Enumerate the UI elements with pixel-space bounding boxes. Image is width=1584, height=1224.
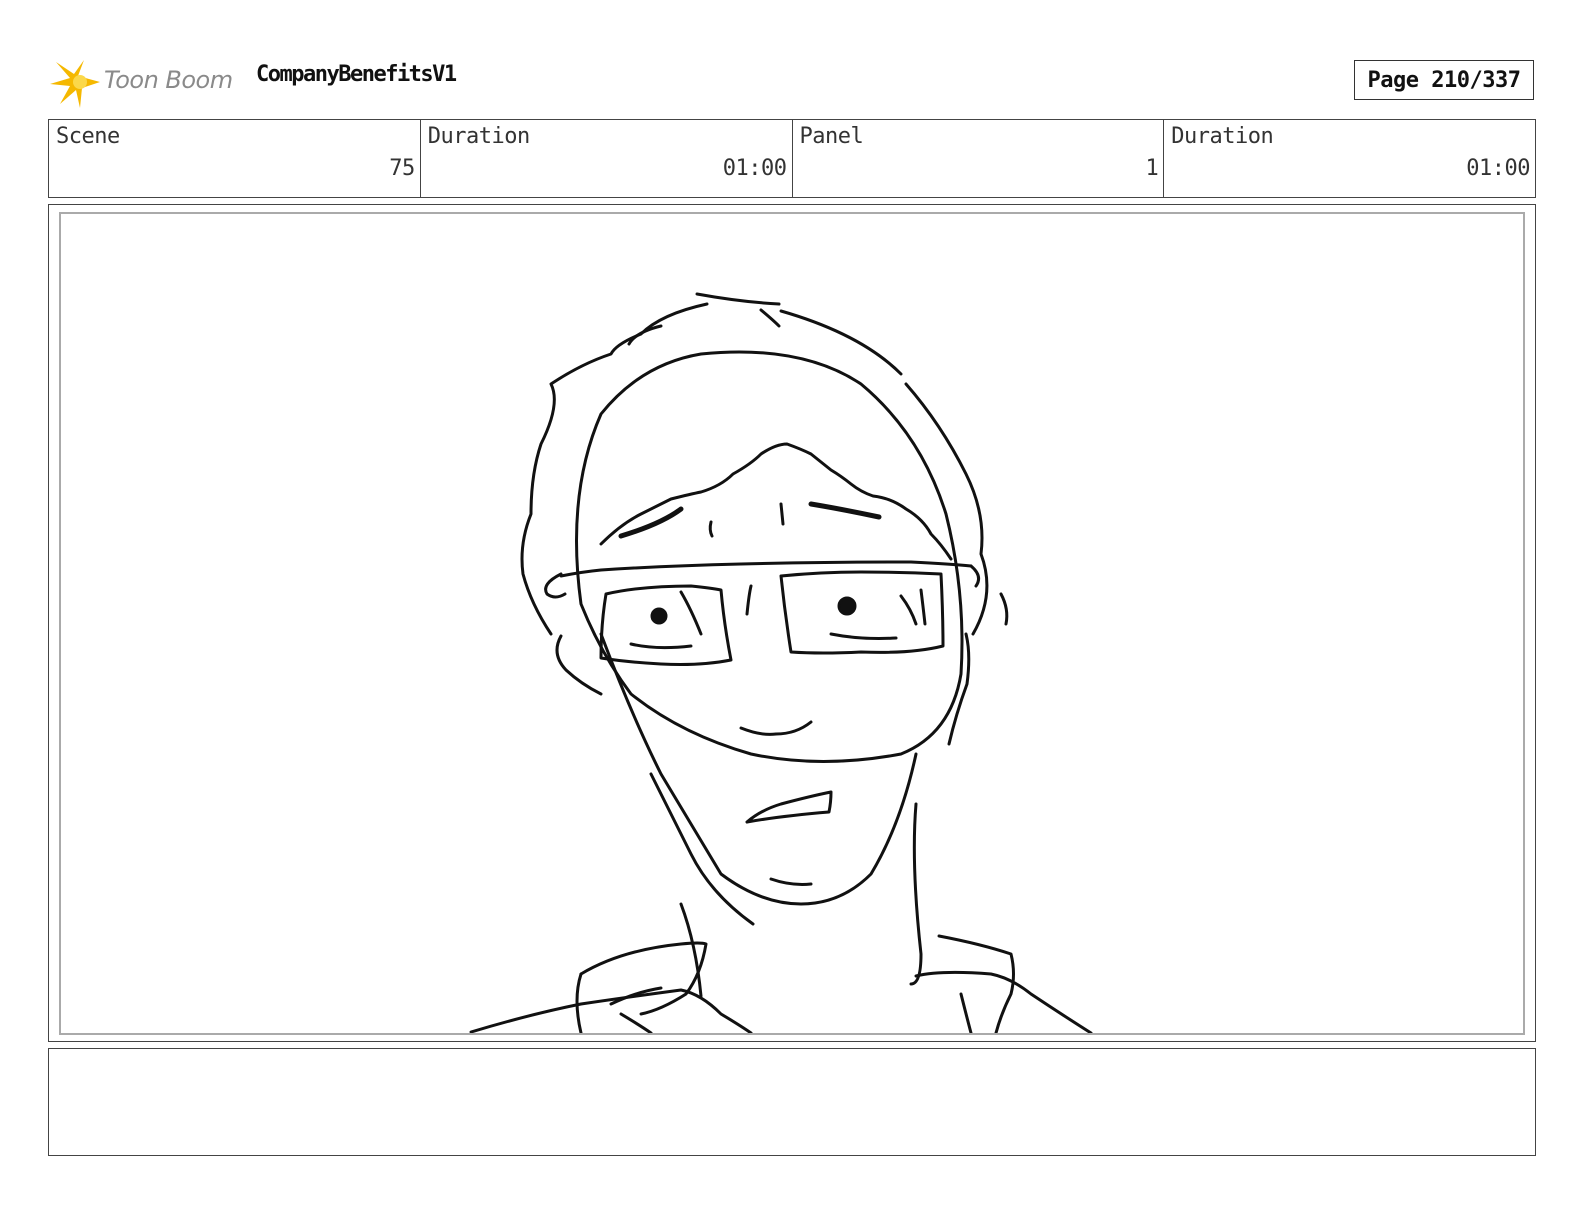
scene-info-bar: Scene 75 Duration 01:00 Panel 1 Duration… [48, 119, 1536, 198]
character-sketch [469, 292, 1093, 1033]
panel-notes-box [48, 1048, 1536, 1156]
panel-value: 1 [1145, 156, 1159, 181]
panel-duration-cell: Duration 01:00 [1164, 120, 1535, 197]
logo-text: Toon Boom [104, 66, 233, 94]
scene-duration-cell: Duration 01:00 [421, 120, 793, 197]
panel-image-area [59, 212, 1525, 1035]
scene-cell: Scene 75 [49, 120, 421, 197]
panel-label: Panel [799, 124, 864, 149]
scene-value: 75 [389, 156, 415, 181]
page-indicator: Page 210/337 [1354, 60, 1534, 100]
storyboard-panel-frame [48, 204, 1536, 1042]
panel-cell: Panel 1 [793, 120, 1165, 197]
project-title: CompanyBenefitsV1 [256, 62, 457, 87]
panel-duration-label: Duration [1171, 124, 1274, 149]
scene-duration-value: 01:00 [722, 156, 787, 181]
logo-star-icon [50, 60, 100, 108]
scene-duration-label: Duration [427, 124, 530, 149]
toon-boom-logo: Toon Boom [50, 56, 240, 108]
panel-duration-value: 01:00 [1466, 156, 1530, 181]
scene-label: Scene [56, 124, 120, 149]
